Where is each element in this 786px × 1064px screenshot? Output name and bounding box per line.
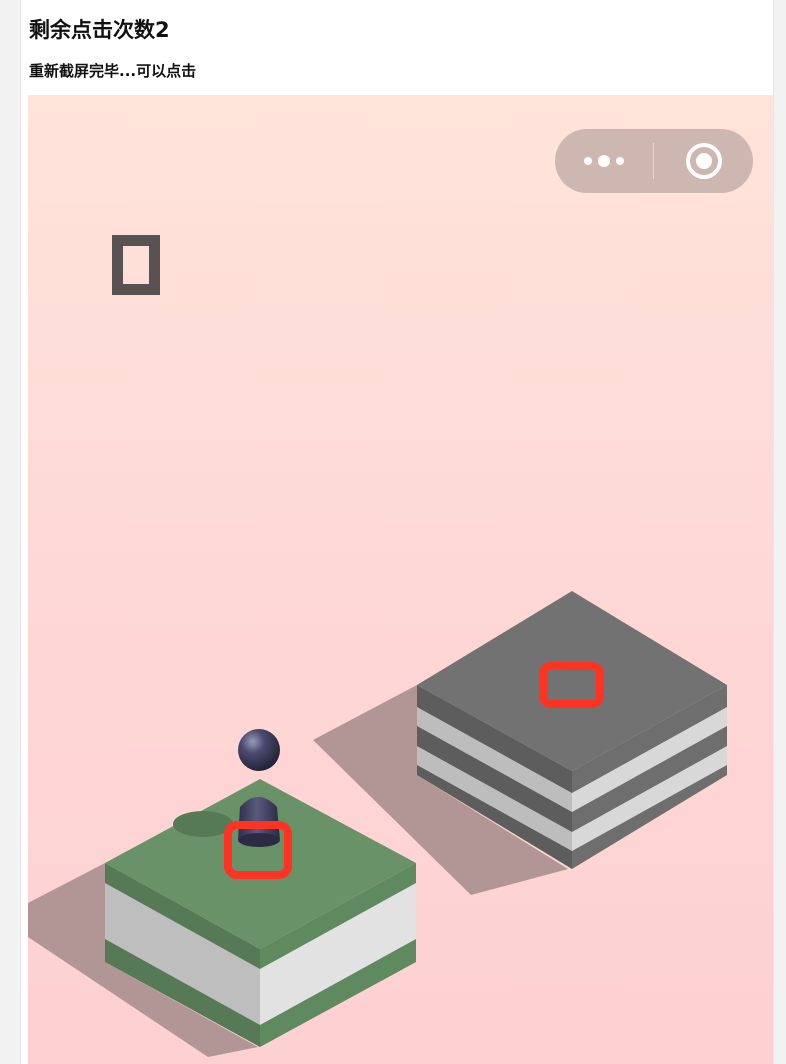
score-display: 0 (112, 235, 160, 295)
status-text: 重新截屏完毕...可以点击 (29, 62, 197, 80)
svg-text:0: 0 (136, 274, 137, 276)
miniprogram-capsule (555, 129, 753, 193)
player-shadow (173, 811, 233, 837)
page: 剩余点击次数2 重新截屏完毕...可以点击 0 (20, 0, 774, 1064)
score-digit (112, 235, 160, 295)
game-canvas[interactable]: 0 (28, 95, 773, 1064)
more-button[interactable] (555, 129, 653, 193)
close-button[interactable] (654, 129, 753, 193)
page-title: 剩余点击次数2 (29, 18, 170, 42)
